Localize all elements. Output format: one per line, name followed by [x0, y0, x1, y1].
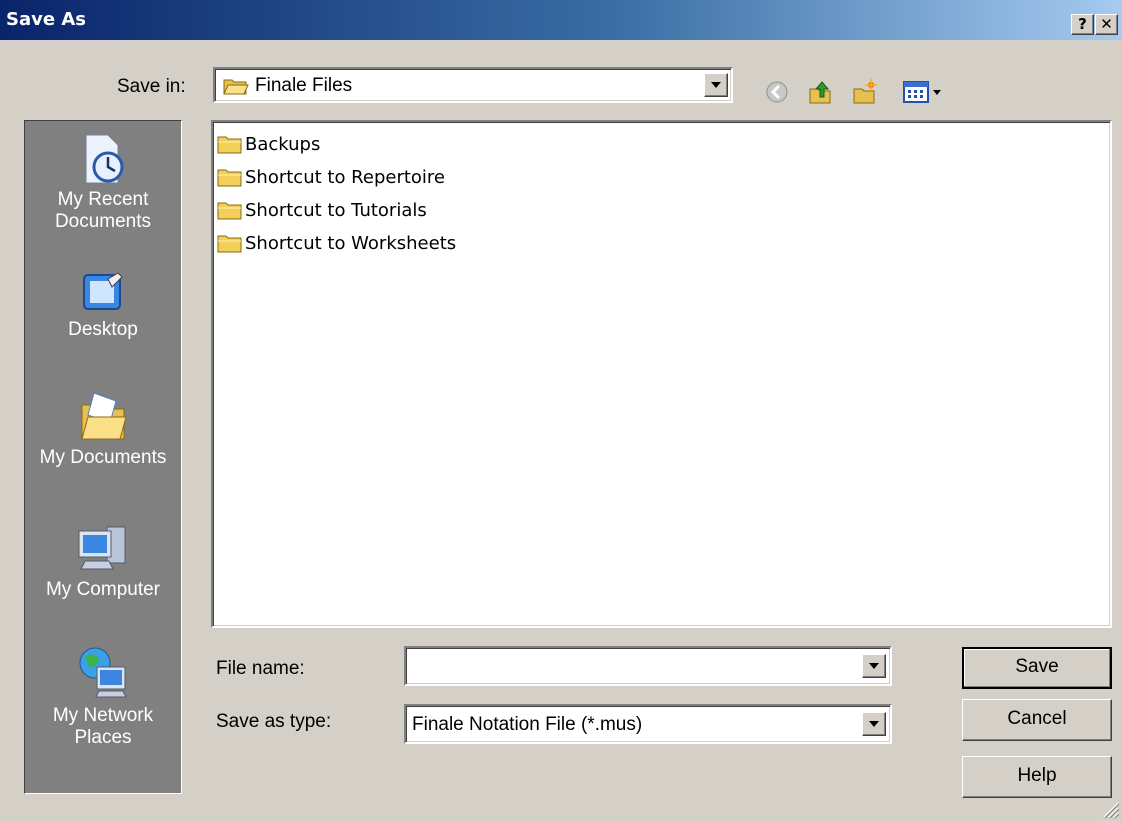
- up-folder-icon[interactable]: [808, 79, 834, 105]
- network-places-icon: [79, 647, 127, 698]
- file-name: Shortcut to Tutorials: [245, 199, 427, 221]
- save-as-type-value: Finale Notation File (*.mus): [412, 714, 643, 735]
- place-label: Desktop: [68, 319, 138, 340]
- dialog-title: Save As: [6, 9, 86, 30]
- place-my-documents[interactable]: My Documents: [25, 389, 181, 469]
- places-bar: My Recent Documents Desktop My Documents: [24, 120, 182, 794]
- place-label: Places: [74, 727, 132, 748]
- views-menu-icon[interactable]: [903, 79, 947, 105]
- save-in-value: Finale Files: [255, 75, 353, 96]
- place-label: My Documents: [39, 447, 167, 468]
- list-item[interactable]: Shortcut to Tutorials: [217, 194, 427, 226]
- save-as-type-dropdown[interactable]: Finale Notation File (*.mus): [404, 704, 892, 744]
- list-item[interactable]: Shortcut to Worksheets: [217, 227, 456, 259]
- place-my-recent-documents[interactable]: My Recent Documents: [25, 133, 181, 233]
- desktop-icon: [83, 272, 123, 310]
- place-label: My Recent: [57, 189, 149, 210]
- place-label: My Computer: [45, 579, 161, 600]
- place-label: Documents: [54, 211, 152, 232]
- close-button[interactable]: ✕: [1095, 14, 1118, 35]
- place-my-network-places[interactable]: My Network Places: [25, 645, 181, 749]
- chevron-down-icon: [869, 663, 879, 669]
- chevron-down-icon: [869, 721, 879, 727]
- file-name-dropdown-button[interactable]: [862, 654, 886, 678]
- new-folder-icon[interactable]: [852, 79, 878, 105]
- file-name: Backups: [245, 133, 321, 155]
- save-as-dialog: Save As ? ✕ Save in: Finale Files My Rec…: [0, 0, 1122, 821]
- my-computer-icon: [78, 526, 126, 570]
- save-in-dropdown-button[interactable]: [704, 73, 728, 97]
- list-item[interactable]: Backups: [217, 128, 320, 160]
- help-title-button[interactable]: ?: [1071, 14, 1094, 35]
- title-bar[interactable]: Save As ? ✕: [0, 0, 1122, 40]
- folder-icon: [217, 235, 242, 253]
- file-name-field[interactable]: [404, 646, 892, 686]
- resize-grip-icon[interactable]: [1100, 799, 1120, 819]
- folder-icon: [217, 169, 242, 187]
- back-icon[interactable]: [764, 79, 790, 105]
- place-desktop[interactable]: Desktop: [25, 271, 181, 341]
- help-button[interactable]: Help: [962, 756, 1112, 798]
- save-in-label: Save in:: [117, 76, 186, 97]
- save-as-type-label: Save as type:: [216, 711, 332, 732]
- cancel-button[interactable]: Cancel: [962, 699, 1112, 741]
- save-button[interactable]: Save: [962, 647, 1112, 689]
- file-name: Shortcut to Worksheets: [245, 232, 457, 254]
- file-name: Shortcut to Repertoire: [245, 166, 446, 188]
- chevron-down-icon: [711, 82, 721, 88]
- recent-documents-icon: [85, 134, 124, 184]
- file-name-label: File name:: [216, 658, 305, 679]
- list-item[interactable]: Shortcut to Repertoire: [217, 161, 445, 193]
- save-as-type-dropdown-button[interactable]: [862, 712, 886, 736]
- folder-icon: [217, 136, 242, 154]
- place-label: My Network: [52, 705, 154, 726]
- my-documents-icon: [81, 392, 127, 440]
- file-list[interactable]: Backups Shortcut to Repertoire Shortcut …: [211, 120, 1112, 628]
- folder-icon: [217, 202, 242, 220]
- place-my-computer[interactable]: My Computer: [25, 521, 181, 601]
- save-in-dropdown[interactable]: Finale Files: [213, 67, 733, 103]
- open-folder-icon: [223, 79, 249, 95]
